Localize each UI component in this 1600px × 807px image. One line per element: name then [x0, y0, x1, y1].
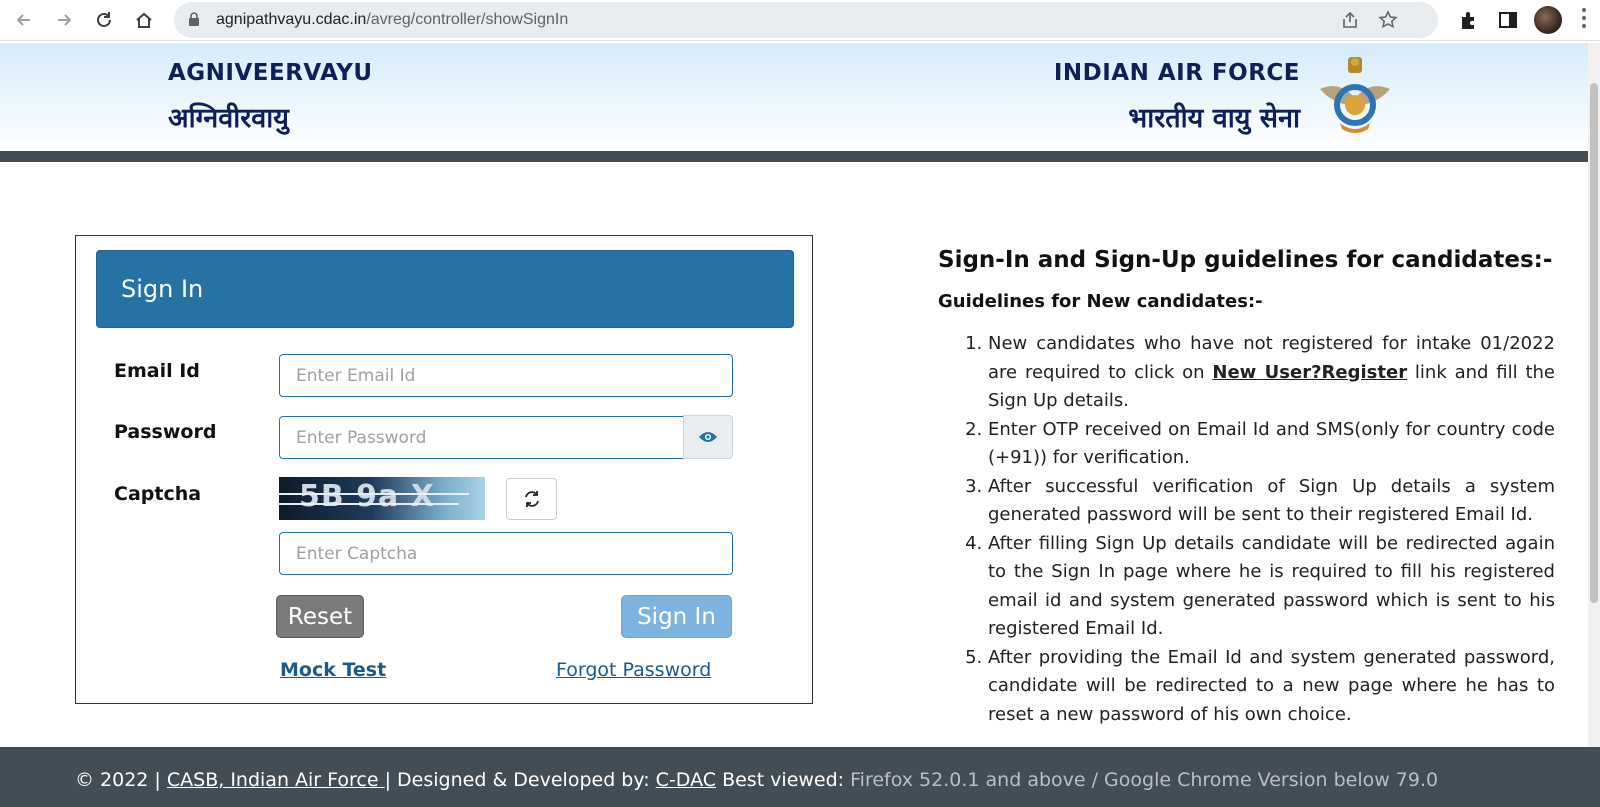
- guideline-item: After successful verification of Sign Up…: [988, 473, 1555, 530]
- url-host: agnipathvayu.cdac.in: [216, 11, 367, 28]
- header-divider: [0, 151, 1596, 162]
- site-footer: © 2022 | CASB, Indian Air Force | Design…: [0, 747, 1600, 807]
- guideline-item: Enter OTP received on Email Id and SMS(o…: [988, 416, 1555, 473]
- iaf-emblem-logo: [1320, 57, 1390, 133]
- side-panel-icon[interactable]: [1497, 9, 1519, 31]
- password-input[interactable]: [279, 416, 685, 459]
- browser-support-text: Firefox 52.0.1 and above / Google Chrome…: [850, 769, 1439, 791]
- captcha-input[interactable]: [279, 532, 733, 575]
- signin-card-header: Sign In: [96, 250, 794, 328]
- address-bar[interactable]: agnipathvayu.cdac.in/avreg/controller/sh…: [174, 2, 1438, 38]
- profile-avatar[interactable]: [1534, 6, 1562, 34]
- bookmark-star-icon[interactable]: [1378, 10, 1398, 30]
- reload-icon[interactable]: [90, 6, 118, 34]
- extensions-icon[interactable]: [1458, 9, 1480, 31]
- org-title-hi: भारतीय वायु सेना: [1128, 103, 1300, 134]
- email-input[interactable]: [279, 354, 733, 397]
- guideline-item: New candidates who have not registered f…: [988, 330, 1555, 416]
- refresh-captcha-button[interactable]: [506, 478, 557, 520]
- password-label: Password: [114, 421, 217, 443]
- browser-menu-icon[interactable]: [1582, 8, 1586, 32]
- eye-icon: [699, 432, 717, 442]
- guidelines-title: Sign-In and Sign-Up guidelines for candi…: [938, 247, 1553, 273]
- page-scrollbar[interactable]: [1588, 43, 1600, 747]
- guideline-item: After providing the Email Id and system …: [988, 644, 1555, 730]
- share-icon[interactable]: [1340, 10, 1360, 30]
- footer-text: © 2022 | CASB, Indian Air Force | Design…: [75, 769, 1439, 791]
- casb-link[interactable]: CASB, Indian Air Force: [167, 769, 385, 791]
- cdac-link[interactable]: C-DAC: [656, 769, 716, 791]
- captcha-label: Captcha: [114, 483, 202, 505]
- new-user-register-link[interactable]: New User?Register: [1212, 362, 1407, 383]
- show-password-button[interactable]: [683, 415, 733, 459]
- mock-test-link[interactable]: Mock Test: [280, 659, 386, 681]
- signin-title: Sign In: [121, 275, 204, 303]
- org-title-en: INDIAN AIR FORCE: [1053, 60, 1300, 86]
- browser-toolbar: agnipathvayu.cdac.in/avreg/controller/sh…: [0, 0, 1600, 41]
- captcha-image: 5B 9a X: [279, 477, 485, 520]
- refresh-icon: [524, 491, 539, 507]
- guidelines-list: New candidates who have not registered f…: [938, 330, 1555, 729]
- captcha-noise-line: [279, 503, 459, 505]
- email-label: Email Id: [114, 360, 200, 382]
- lock-icon[interactable]: [188, 12, 200, 26]
- signin-button[interactable]: Sign In: [621, 595, 732, 638]
- captcha-text: 5B 9a X: [299, 479, 435, 514]
- scrollbar-thumb[interactable]: [1590, 83, 1598, 603]
- home-icon[interactable]: [130, 6, 158, 34]
- url-text[interactable]: agnipathvayu.cdac.in/avreg/controller/sh…: [216, 11, 568, 29]
- guidelines-subtitle: Guidelines for New candidates:-: [938, 291, 1263, 312]
- captcha-noise-line: [279, 493, 469, 495]
- url-path: /avreg/controller/showSignIn: [366, 11, 569, 28]
- guideline-item: After filling Sign Up details candidate …: [988, 530, 1555, 644]
- back-icon[interactable]: [10, 6, 38, 34]
- brand-title-hi: अग्निवीरवायु: [168, 103, 289, 134]
- forward-icon[interactable]: [50, 6, 78, 34]
- brand-title-en: AGNIVEERVAYU: [168, 60, 373, 86]
- forgot-password-link[interactable]: Forgot Password: [556, 659, 711, 681]
- reset-button[interactable]: Reset: [276, 595, 364, 638]
